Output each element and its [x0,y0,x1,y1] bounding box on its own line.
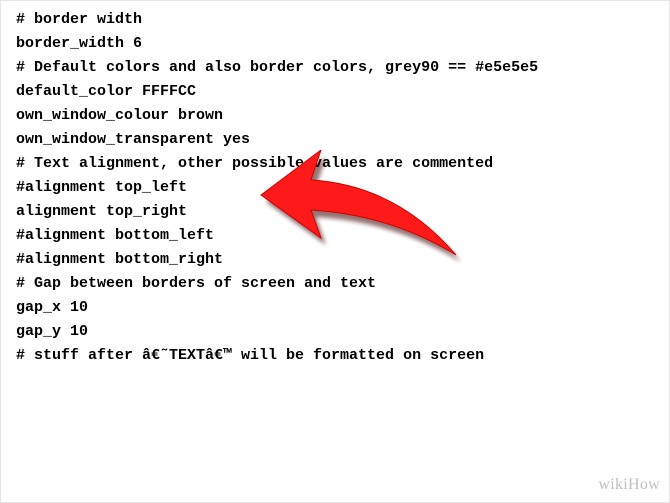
code-line: #alignment top_left [16,176,654,200]
code-line: own_window_colour brown [16,104,654,128]
code-line: #alignment bottom_right [16,248,654,272]
code-line: default_color FFFFCC [16,80,654,104]
code-line: #alignment bottom_left [16,224,654,248]
wikihow-watermark: wikiHow [598,473,660,497]
code-line: # border width [16,8,654,32]
code-line: # Gap between borders of screen and text [16,272,654,296]
config-text-document: # border width border_width 6 # Default … [0,0,670,503]
watermark-text: wikiHow [598,476,660,493]
code-line: gap_y 10 [16,320,654,344]
code-line-highlighted: own_window_transparent yes [16,128,654,152]
code-line: # stuff after â€˜TEXTâ€™ will be formatt… [16,344,654,368]
code-line: border_width 6 [16,32,654,56]
code-line: alignment top_right [16,200,654,224]
code-line: # Text alignment, other possible values … [16,152,654,176]
code-line: # Default colors and also border colors,… [16,56,654,80]
code-line: gap_x 10 [16,296,654,320]
